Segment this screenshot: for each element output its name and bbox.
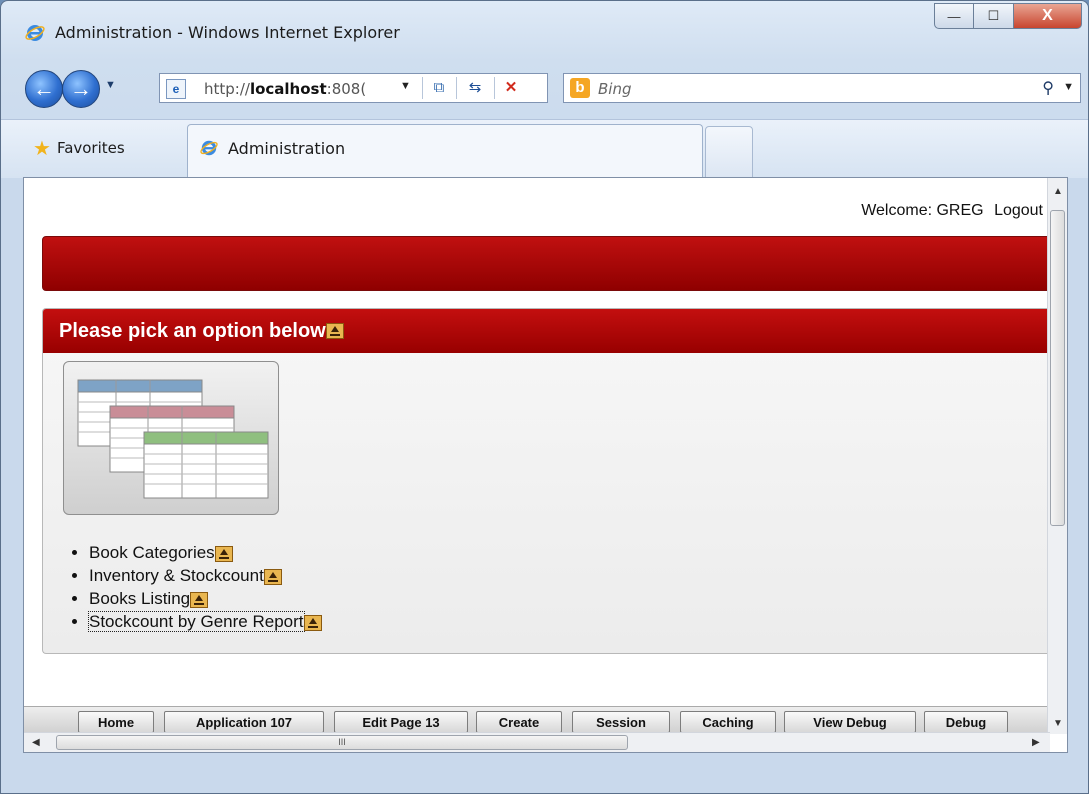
internet-explorer-icon [25,25,45,41]
logout-link[interactable]: Logout [994,202,1043,219]
session-button[interactable]: Session [572,711,670,733]
history-dropdown-icon[interactable]: ▼ [105,79,116,91]
bing-icon: b [570,78,590,98]
horizontal-scrollbar[interactable]: ◀ III ▶ [24,732,1050,752]
address-url[interactable]: http://localhost:808( [204,80,392,98]
welcome-text: Welcome: GREG [861,202,984,219]
minimize-button[interactable]: — [934,3,974,29]
scroll-up-icon[interactable]: ▲ [1053,186,1063,197]
favorites-label: Favorites [56,139,125,157]
tab-label: Administration [228,139,346,158]
home-button[interactable]: Home [78,711,154,733]
forward-button[interactable]: → [62,70,100,108]
debug-button[interactable]: Debug [924,711,1008,733]
eject-icon[interactable] [263,568,282,585]
header-banner [42,236,1052,291]
address-bar[interactable]: e http://localhost:808( ▼ ⧉ ⇆ ✕ [159,73,548,103]
list-item: Stockcount by Genre Report [88,610,322,633]
navigation-bar: ← → ▼ e http://localhost:808( ▼ ⧉ ⇆ ✕ b … [1,65,1088,113]
options-region: Please pick an option below • Book Categ… [42,308,1052,654]
tables-image[interactable] [63,361,279,515]
window-title: Administration - Windows Internet Explor… [55,23,400,42]
scroll-right-icon[interactable]: ▶ [1032,737,1040,748]
arrow-right-icon: → [70,76,92,101]
internet-explorer-icon [200,140,218,156]
option-link-stockcount-report[interactable]: Stockcount by Genre Report [88,611,305,632]
page-content: Welcome: GREG Logout Please pick an opti… [23,177,1068,753]
user-info: Welcome: GREG Logout [855,202,1043,220]
back-button[interactable]: ← [25,70,63,108]
application-button[interactable]: Application 107 [164,711,324,733]
search-dropdown-icon[interactable]: ▼ [1063,81,1074,93]
region-title: Please pick an option below [59,319,326,342]
eject-icon[interactable] [325,323,344,339]
view-debug-button[interactable]: View Debug [784,711,916,733]
favorites-bar: ★ Favorites Administration [1,119,1088,178]
vertical-scrollbar[interactable]: ▲ ▼ [1047,178,1067,734]
region-header: Please pick an option below [43,309,1052,353]
stop-icon[interactable]: ✕ [500,78,522,98]
scroll-down-icon[interactable]: ▼ [1053,718,1063,729]
compatibility-view-icon[interactable]: ⧉ [428,78,450,98]
list-item: Books Listing [89,587,322,610]
eject-icon[interactable] [303,614,322,631]
address-dropdown-icon[interactable]: ▼ [400,80,411,92]
create-button[interactable]: Create [476,711,562,733]
list-item: Inventory & Stockcount [89,564,322,587]
edit-page-button[interactable]: Edit Page 13 [334,711,468,733]
tables-icon [77,379,269,499]
eject-icon[interactable] [190,591,209,608]
close-button[interactable]: X [1014,3,1082,29]
option-link-books-listing[interactable]: Books Listing [89,589,190,608]
maximize-button[interactable]: ☐ [974,3,1014,29]
search-icon[interactable]: ⚲ [1042,78,1054,98]
option-link-book-categories[interactable]: Book Categories [89,543,215,562]
horizontal-scroll-thumb[interactable]: III [56,735,628,750]
new-tab-button[interactable] [705,126,753,178]
developer-toolbar: Home Application 107 Edit Page 13 Create… [24,706,1049,734]
caching-button[interactable]: Caching [680,711,776,733]
option-link-inventory[interactable]: Inventory & Stockcount [89,566,264,585]
refresh-icon[interactable]: ⇆ [464,78,486,98]
eject-icon[interactable] [214,545,233,562]
search-box[interactable]: b Bing ⚲ ▼ [563,73,1081,103]
page-icon: e [166,79,186,99]
search-input[interactable]: Bing [598,80,632,98]
arrow-left-icon: ← [33,76,55,101]
scroll-left-icon[interactable]: ◀ [32,737,40,748]
favorites-button[interactable]: ★ Favorites [33,136,125,160]
star-icon: ★ [33,136,51,160]
list-item: Book Categories [89,541,322,564]
tab-administration[interactable]: Administration [187,124,703,178]
title-bar: Administration - Windows Internet Explor… [1,1,1088,61]
browser-window: Administration - Windows Internet Explor… [0,0,1089,794]
options-list: Book Categories Inventory & Stockcount B… [71,541,322,633]
vertical-scroll-thumb[interactable] [1050,210,1065,526]
